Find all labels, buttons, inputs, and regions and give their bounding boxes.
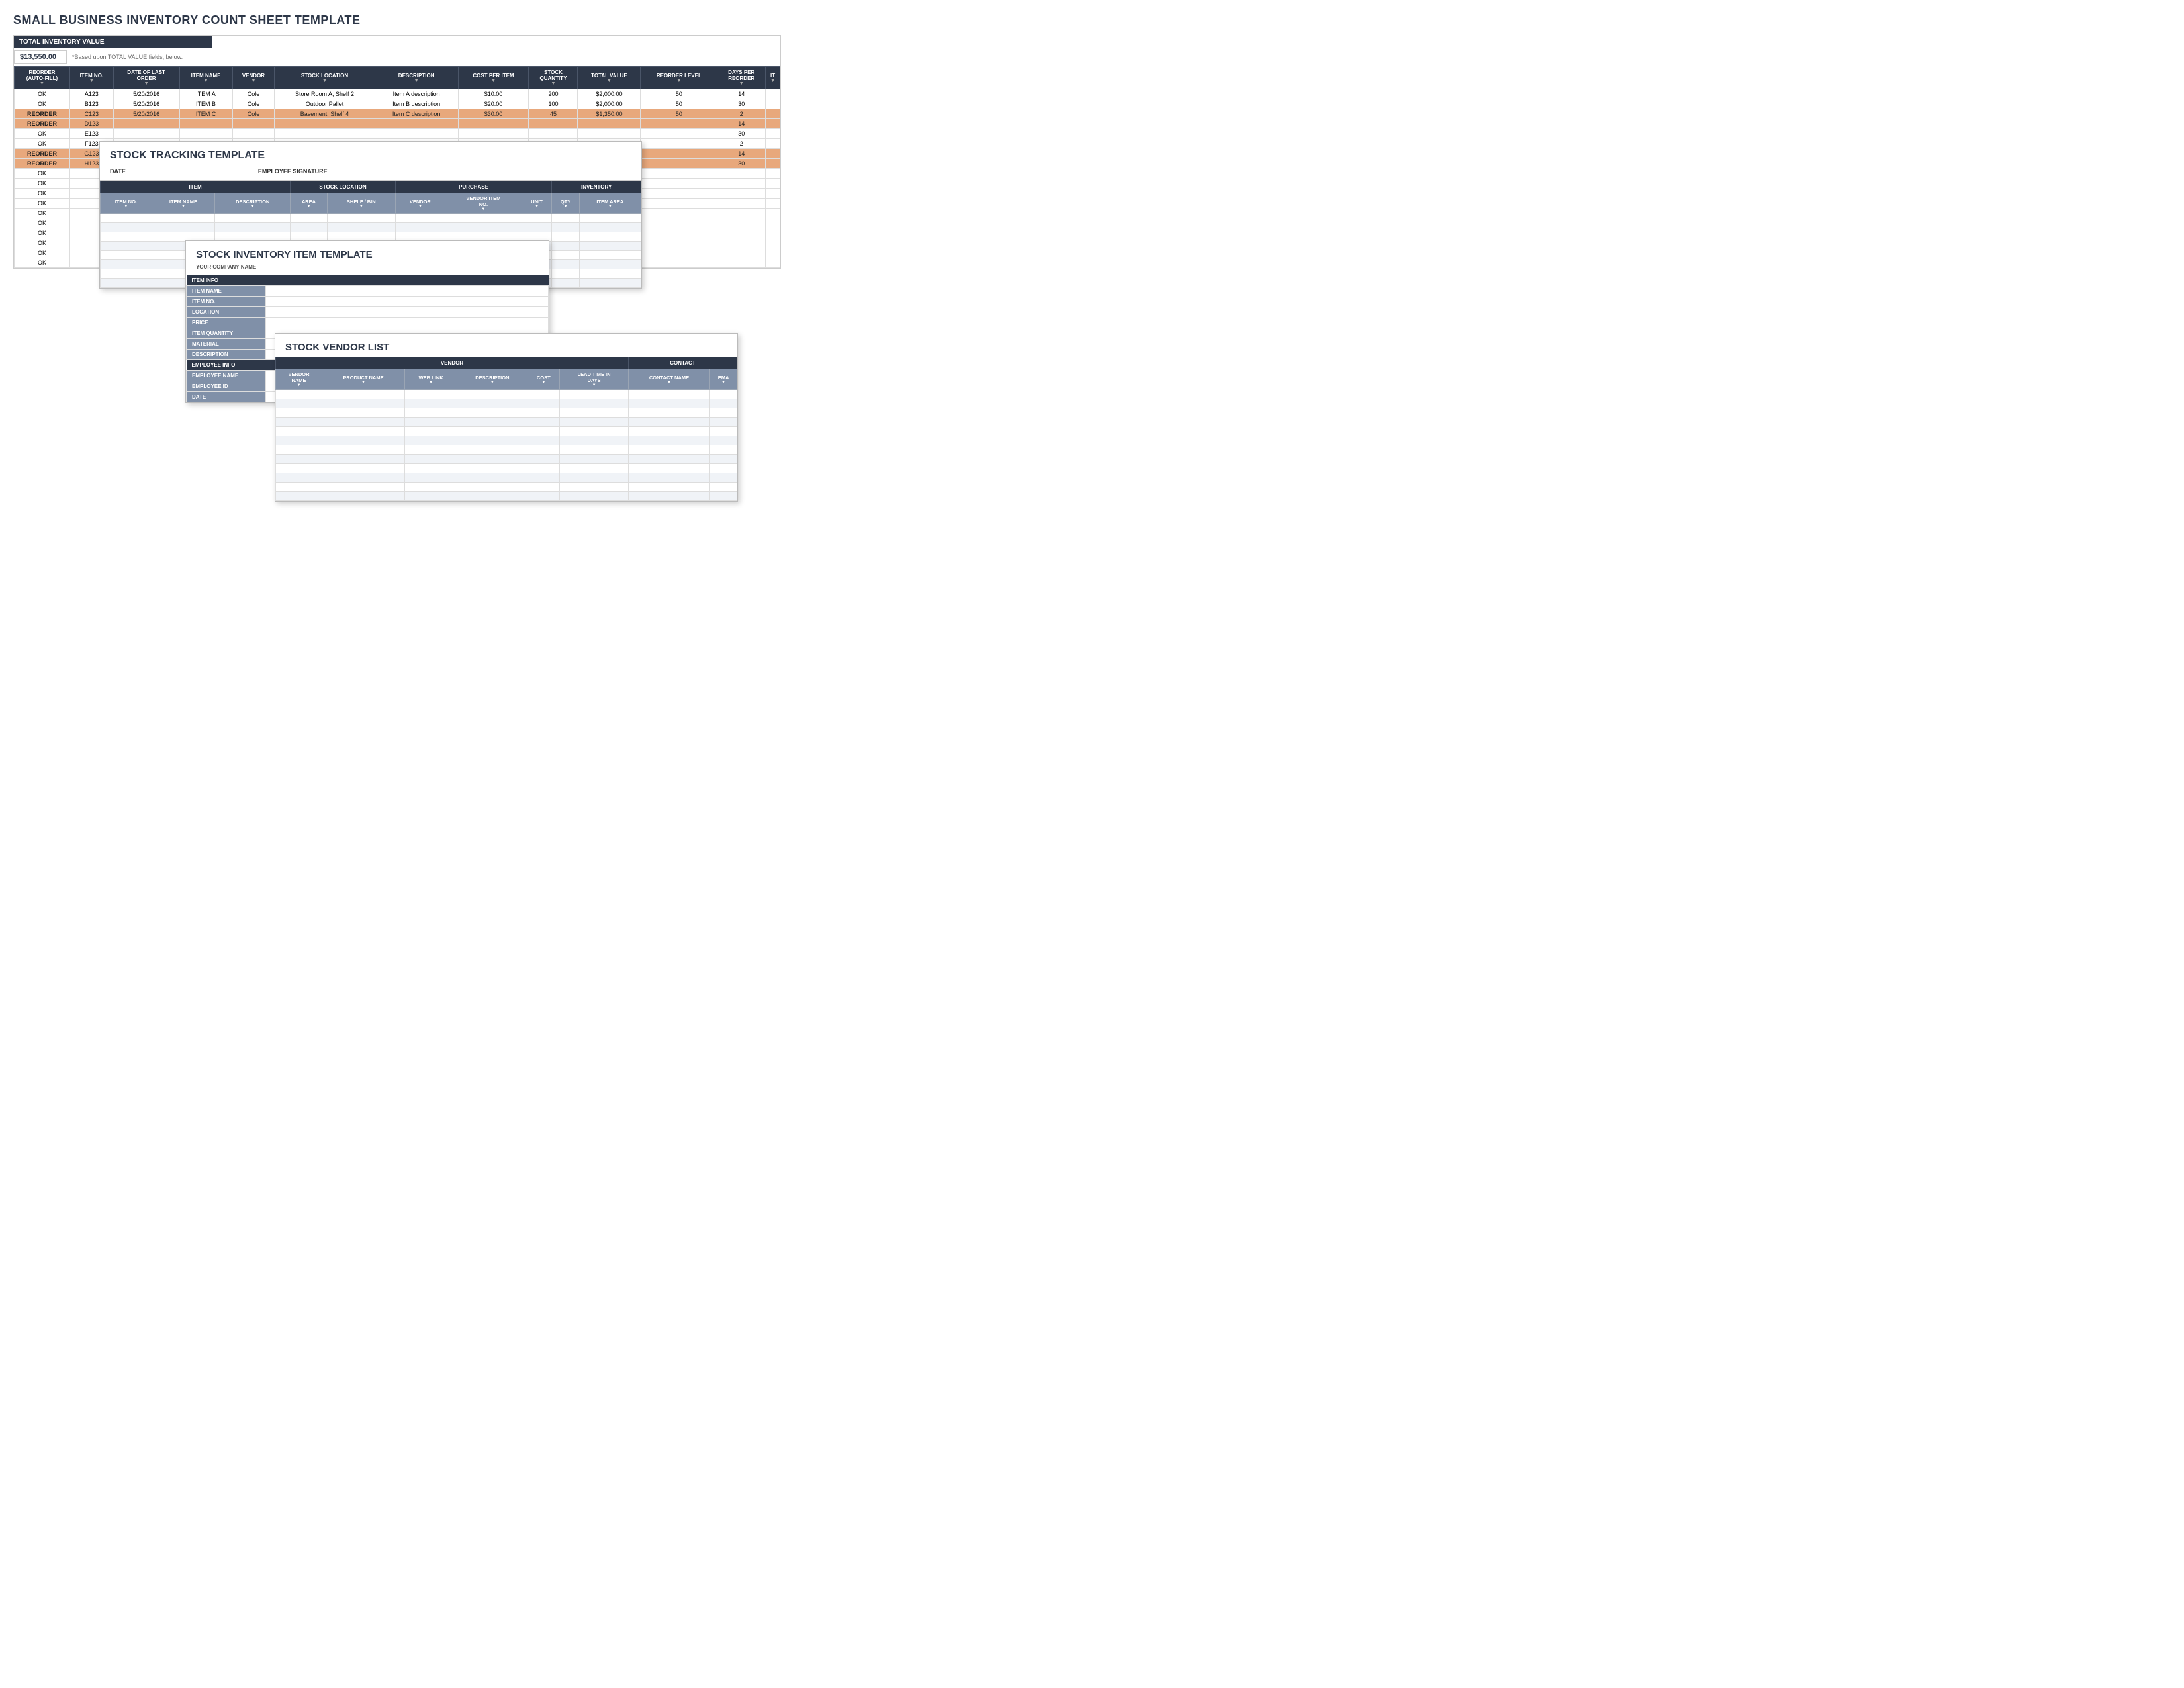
- si-field-location: LOCATION: [187, 307, 549, 318]
- st-col-vendor: VENDOR▼: [395, 193, 445, 214]
- sv-data-row: [276, 483, 737, 492]
- sv-col-lead-time: LEAD TIME INDAYS▼: [560, 369, 629, 390]
- st-group-item: ITEM: [101, 181, 291, 193]
- col-item-no: ITEM NO.▼: [70, 67, 114, 89]
- sv-col-header: VENDORNAME▼ PRODUCT NAME▼ WEB LINK▼ DESC…: [276, 369, 737, 390]
- stock-inventory-title: STOCK INVENTORY ITEM TEMPLATE: [186, 241, 549, 263]
- inventory-header-row: REORDER(auto-fill)▼ ITEM NO.▼ DATE OF LA…: [15, 67, 780, 89]
- st-col-item-no: ITEM NO.▼: [101, 193, 152, 214]
- sv-group-header: VENDOR CONTACT: [276, 357, 737, 369]
- sv-data-row: [276, 390, 737, 399]
- sv-data-row: [276, 427, 737, 436]
- st-group-purchase: PURCHASE: [395, 181, 552, 193]
- sv-col-web-link: WEB LINK▼: [404, 369, 457, 390]
- si-field-item-name: ITEM NAME: [187, 286, 549, 297]
- sv-group-vendor: VENDOR: [276, 357, 629, 369]
- total-inventory-value: $13,550.00: [14, 50, 67, 64]
- sv-data-row: [276, 436, 737, 445]
- total-inventory-label: TOTAL INVENTORY VALUE: [14, 36, 212, 48]
- stock-vendor-table: VENDOR CONTACT VENDORNAME▼ PRODUCT NAME▼…: [275, 357, 737, 501]
- total-note: *Based upon TOTAL VALUE fields, below.: [67, 54, 183, 60]
- sv-data-row: [276, 464, 737, 473]
- col-it: IT▼: [766, 67, 780, 89]
- date-label: DATE: [110, 168, 126, 175]
- st-data-row: [101, 223, 641, 232]
- stock-vendor-sheet: STOCK VENDOR LIST VENDOR CONTACT VENDORN…: [275, 333, 738, 502]
- st-data-row: [101, 214, 641, 223]
- st-group-inventory: INVENTORY: [552, 181, 641, 193]
- st-col-vendor-item: VENDOR ITEMNO.▼: [445, 193, 522, 214]
- col-vendor: VENDOR▼: [232, 67, 275, 89]
- sv-data-row: [276, 492, 737, 501]
- col-cost: COST PER ITEM▼: [458, 67, 529, 89]
- col-item-name: ITEM NAME▼: [179, 67, 232, 89]
- sv-data-row: [276, 418, 737, 427]
- sv-group-contact: CONTACT: [628, 357, 737, 369]
- col-qty: STOCKQUANTITY▼: [529, 67, 578, 89]
- sv-data-row: [276, 473, 737, 483]
- st-col-item-area: ITEM AREA▼: [579, 193, 641, 214]
- st-col-header: ITEM NO.▼ ITEM NAME▼ DESCRIPTION▼ AREA▼ …: [101, 193, 641, 214]
- sv-col-product-name: PRODUCT NAME▼: [322, 369, 404, 390]
- si-section-item-info: ITEM INFO: [187, 275, 549, 286]
- col-date: DATE OF LASTORDER▼: [113, 67, 179, 89]
- si-field-item-no: ITEM NO.: [187, 297, 549, 307]
- st-col-item-name: ITEM NAME▼: [152, 193, 214, 214]
- si-field-price: PRICE: [187, 318, 549, 328]
- st-col-description: DESCRIPTION▼: [215, 193, 291, 214]
- sv-col-contact-name: CONTACT NAME▼: [628, 369, 709, 390]
- col-location: STOCK LOCATION▼: [275, 67, 375, 89]
- page-title: SMALL BUSINESS INVENTORY COUNT SHEET TEM…: [13, 13, 781, 27]
- sv-col-cost: COST▼: [527, 369, 560, 390]
- col-reorder: REORDER(auto-fill)▼: [15, 67, 70, 89]
- sv-data-row: [276, 399, 737, 408]
- sig-label: EMPLOYEE SIGNATURE: [258, 168, 328, 175]
- st-col-shelf: SHELF / BIN▼: [327, 193, 395, 214]
- st-col-qty: QTY▼: [552, 193, 579, 214]
- stock-vendor-title: STOCK VENDOR LIST: [275, 334, 737, 357]
- st-col-area: AREA▼: [291, 193, 328, 214]
- sv-data-row: [276, 445, 737, 455]
- col-total: TOTAL VALUE▼: [578, 67, 641, 89]
- sv-col-vendor-name: VENDORNAME▼: [276, 369, 322, 390]
- sv-data-row: [276, 408, 737, 418]
- sv-data-row: [276, 455, 737, 464]
- col-reorder-level: REORDER LEVEL▼: [641, 67, 717, 89]
- sv-col-email: EMA▼: [710, 369, 737, 390]
- sv-col-description: DESCRIPTION▼: [457, 369, 527, 390]
- stock-tracking-title: STOCK TRACKING TEMPLATE: [100, 142, 641, 165]
- col-days: DAYS PERREORDER▼: [717, 67, 766, 89]
- company-name: YOUR COMPANY NAME: [186, 263, 549, 275]
- st-group-location: STOCK LOCATION: [291, 181, 396, 193]
- st-group-header: ITEM STOCK LOCATION PURCHASE INVENTORY: [101, 181, 641, 193]
- col-description: DESCRIPTION▼: [375, 67, 458, 89]
- st-col-unit: UNIT▼: [522, 193, 552, 214]
